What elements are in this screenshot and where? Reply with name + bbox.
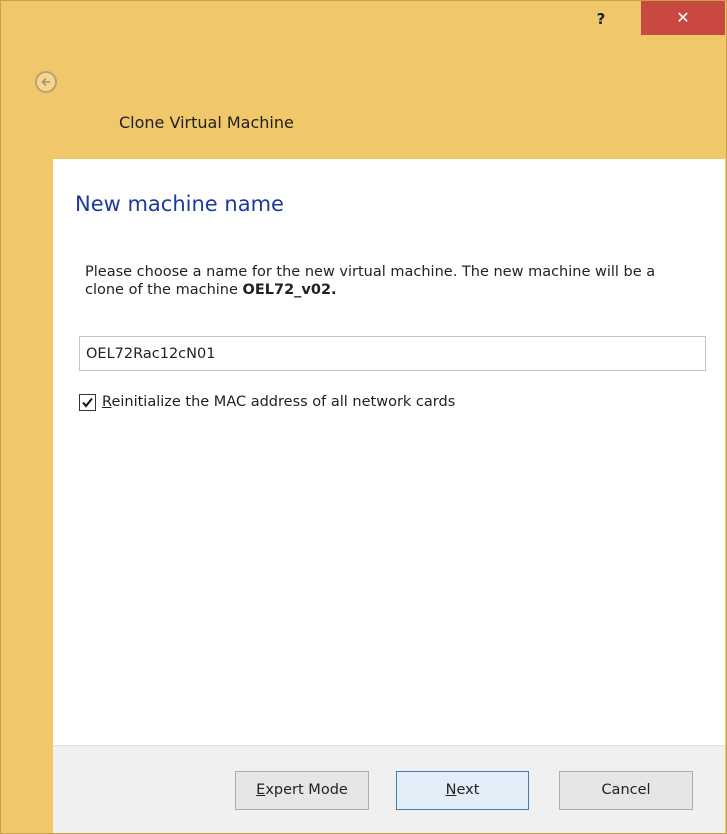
back-arrow-icon: [41, 77, 50, 87]
description-text: Please choose a name for the new virtual…: [85, 264, 656, 298]
page-title: New machine name: [75, 192, 284, 216]
cancel-label: Cancel: [601, 782, 651, 798]
expert-label: xpert Mode: [265, 782, 348, 798]
close-icon: ✕: [676, 8, 690, 27]
machine-name-input[interactable]: [79, 336, 706, 371]
next-mnemonic: N: [445, 782, 457, 798]
wizard-page: New machine name Please choose a name fo…: [53, 159, 725, 745]
source-machine-name: OEL72_v02: [242, 282, 332, 298]
back-button[interactable]: [35, 71, 57, 93]
help-button[interactable]: ?: [587, 9, 615, 29]
clone-vm-dialog: ? ✕ Clone Virtual Machine New machine na…: [0, 0, 727, 834]
checkmark-icon: [82, 397, 93, 408]
next-button[interactable]: Next: [396, 771, 529, 810]
reinit-mac-label-text: einitialize the MAC address of all netwo…: [111, 394, 456, 410]
wizard-header: [1, 35, 726, 157]
expert-mode-button[interactable]: Expert Mode: [235, 771, 369, 810]
close-button[interactable]: ✕: [641, 1, 725, 35]
next-label: ext: [456, 782, 480, 798]
page-description: Please choose a name for the new virtual…: [85, 263, 695, 299]
button-bar: Expert Mode Next Cancel: [53, 745, 725, 833]
description-suffix: .: [331, 282, 337, 298]
reinit-mac-label: Reinitialize the MAC address of all netw…: [102, 394, 455, 410]
expert-mnemonic: E: [256, 782, 266, 798]
reinit-mac-option[interactable]: Reinitialize the MAC address of all netw…: [79, 391, 455, 413]
wizard-title: Clone Virtual Machine: [119, 113, 294, 132]
cancel-button[interactable]: Cancel: [559, 771, 693, 810]
title-bar: ? ✕: [1, 1, 726, 35]
reinit-mac-checkbox[interactable]: [79, 393, 96, 411]
